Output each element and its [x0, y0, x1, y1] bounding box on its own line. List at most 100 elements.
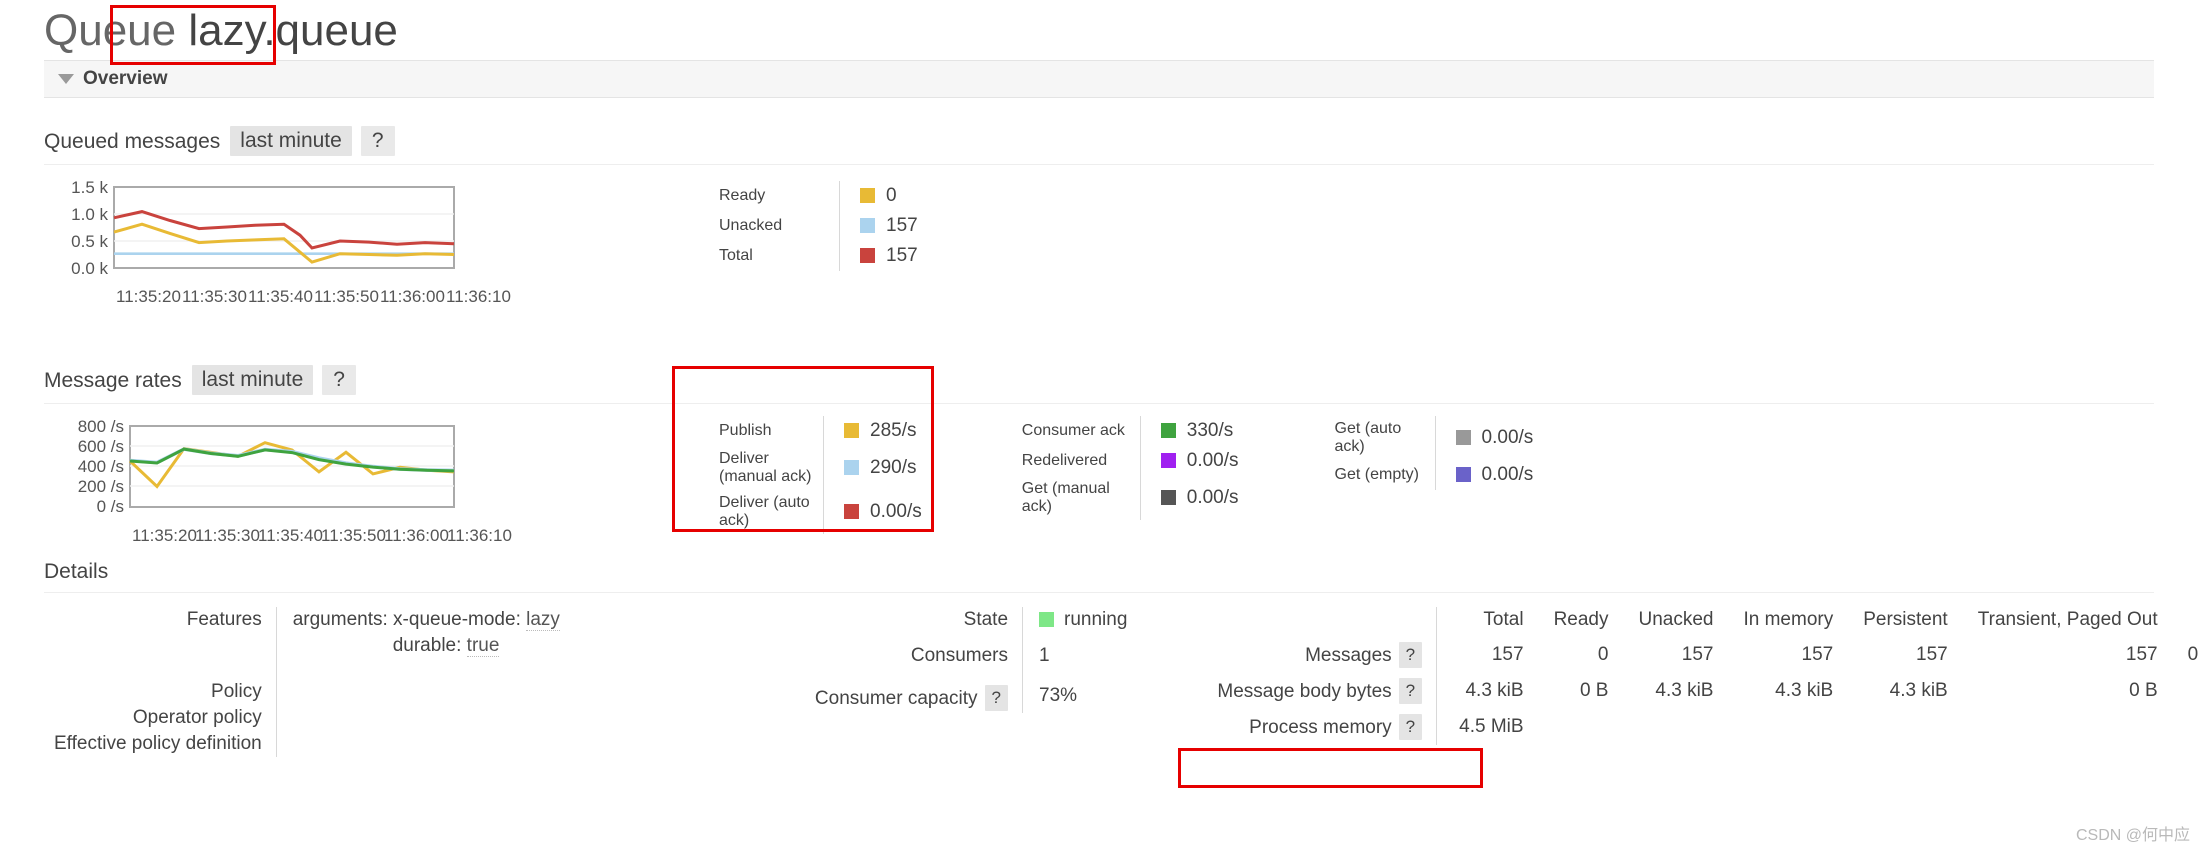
svg-text:800 /s: 800 /s — [78, 418, 124, 436]
queued-messages-range-selector[interactable]: last minute — [230, 126, 352, 157]
svg-text:1.0 k: 1.0 k — [71, 205, 108, 224]
details-arguments-value: lazy — [526, 609, 560, 632]
legend-key-consumer-ack[interactable]: Consumer ack — [1022, 422, 1140, 440]
queued-messages-xaxis: 11:35:20 11:35:30 11:35:40 11:35:50 11:3… — [116, 287, 511, 306]
stats-col-persistent: Persistent — [1863, 609, 1948, 631]
legend-row: Deliver (auto ack) 0.00/s — [719, 490, 922, 535]
svg-text:11:35:50: 11:35:50 — [314, 287, 379, 306]
details-consumers-value: 1 — [1022, 633, 1128, 670]
stats-header-row: Total Ready Unacked In memory Persistent… — [1217, 607, 2198, 638]
stats-body-bytes-extra — [2158, 673, 2198, 709]
svg-text:400 /s: 400 /s — [78, 457, 124, 476]
stats-col-transient-paged-out: Transient, Paged Out — [1977, 609, 2158, 631]
message-rates-xaxis: 11:35:20 11:35:30 11:35:40 11:35:50 11:3… — [132, 526, 512, 545]
watermark: CSDN @何中应 — [2075, 827, 2190, 844]
legend-key-deliver-manual-ack[interactable]: Deliver (manual ack) — [719, 450, 823, 486]
legend-key-get-empty[interactable]: Get (empty) — [1335, 466, 1435, 484]
legend-value-get-manual-ack-text: 0.00/s — [1186, 487, 1239, 509]
stats-messages-total: 157 — [1436, 637, 1524, 674]
svg-text:11:35:50: 11:35:50 — [321, 526, 386, 545]
queued-messages-help-icon[interactable]: ? — [360, 126, 395, 157]
color-swatch-redelivered — [1160, 453, 1176, 469]
help-icon-message-body-bytes[interactable]: ? — [1398, 678, 1423, 705]
legend-key-get-manual-ack[interactable]: Get (manual ack) — [1022, 480, 1140, 516]
details-operator-policy-label: Operator policy — [132, 707, 262, 729]
svg-text:11:35:40: 11:35:40 — [248, 287, 313, 306]
stats-col-extra — [2158, 607, 2198, 637]
svg-text:0.5 k: 0.5 k — [71, 232, 108, 251]
legend-value-get-manual-ack: 0.00/s — [1139, 476, 1239, 521]
message-rates-help-icon[interactable]: ? — [322, 365, 356, 396]
stats-messages-persistent: 157 — [1916, 644, 1948, 666]
details-policy-value — [275, 659, 560, 706]
color-swatch-get-auto-ack — [1455, 430, 1471, 446]
svg-text:1.5 k: 1.5 k — [71, 179, 108, 197]
message-rates-block: Message rates last minute ? 800 /s 600 /… — [44, 337, 2154, 550]
legend-value-deliver-manual-ack-text: 290/s — [870, 457, 917, 479]
legend-value-get-empty: 0.00/s — [1434, 460, 1534, 491]
details-effective-policy-label: Effective policy definition — [54, 733, 262, 755]
message-rates-row: 800 /s 600 /s 400 /s 200 /s 0 /s 11:35:2… — [44, 404, 2154, 550]
legend-key-total[interactable]: Total — [719, 247, 839, 265]
legend-value-unacked-text: 157 — [886, 215, 918, 237]
message-rates-title: Message rates — [44, 368, 182, 392]
details-policy-row: Policy — [54, 659, 560, 706]
table-row: Message body bytes? 4.3 kiB 0 B 4.3 kiB … — [1217, 673, 2198, 710]
details-state-value: running — [1022, 607, 1128, 634]
queued-messages-graph: 1.5 k 1.0 k 0.5 k 0.0 k 11:35:20 11:35:3… — [44, 165, 514, 311]
details-consumer-capacity-row: Consumer capacity? 73% — [815, 669, 1128, 714]
svg-text:11:35:30: 11:35:30 — [182, 287, 247, 306]
message-rates-range-selector[interactable]: last minute — [191, 365, 314, 396]
legend-key-ready[interactable]: Ready — [719, 187, 839, 205]
color-swatch-unacked — [860, 218, 875, 234]
details-effective-policy-row: Effective policy definition — [54, 731, 560, 758]
details-state-label: State — [963, 609, 1009, 631]
message-rates-table-col2: Consumer ack 330/s Redelivered 0.00/s Ge… — [1022, 416, 1239, 521]
color-swatch-deliver-auto-ack — [844, 504, 859, 520]
stats-row-label-process-memory: Process memory? — [1217, 709, 1436, 745]
message-rates-svg: 800 /s 600 /s 400 /s 200 /s 0 /s — [78, 418, 455, 516]
svg-text:11:36:00: 11:36:00 — [384, 526, 449, 545]
stats-col-total: Total — [1436, 607, 1524, 638]
details-durable-key: durable: — [392, 635, 462, 657]
legend-key-redelivered[interactable]: Redelivered — [1022, 452, 1140, 470]
help-icon-messages[interactable]: ? — [1398, 642, 1423, 669]
stats-row-label-message-body-bytes-text: Message body bytes — [1217, 681, 1392, 703]
stats-messages-ready: 0 — [1597, 644, 1609, 666]
svg-text:11:36:10: 11:36:10 — [447, 526, 512, 545]
table-row: Process memory? 4.5 MiB — [1217, 709, 2198, 746]
legend-value-deliver-auto-ack: 0.00/s — [822, 490, 922, 535]
legend-value-ready: 0 — [838, 181, 918, 212]
status-badge-running — [1039, 612, 1055, 628]
stats-body-bytes-in-memory: 4.3 kiB — [1775, 680, 1834, 702]
legend-value-get-auto-ack-text: 0.00/s — [1481, 427, 1534, 449]
legend-value-publish-text: 285/s — [870, 420, 917, 442]
section-header-overview[interactable]: Overview — [44, 60, 2154, 99]
legend-key-deliver-auto-ack[interactable]: Deliver (auto ack) — [719, 494, 823, 530]
details-policy-label: Policy — [211, 681, 262, 703]
chevron-down-icon — [58, 74, 74, 85]
help-icon-consumer-capacity[interactable]: ? — [984, 685, 1009, 712]
queued-messages-svg: 1.5 k 1.0 k 0.5 k 0.0 k — [71, 179, 455, 278]
legend-value-ready-text: 0 — [886, 185, 897, 207]
stats-messages-transient-paged-out: 157 — [2125, 644, 2158, 666]
help-icon-process-memory[interactable]: ? — [1398, 714, 1423, 741]
legend-key-publish[interactable]: Publish — [719, 422, 823, 440]
stats-body-bytes-total: 4.3 kiB — [1436, 673, 1524, 710]
details-durable-row: durable: true — [54, 633, 560, 660]
legend-row: Total 157 — [719, 241, 918, 272]
legend-value-consumer-ack-text: 330/s — [1186, 420, 1234, 442]
page-title-prefix: Queue — [44, 6, 177, 55]
legend-value-redelivered-text: 0.00/s — [1186, 450, 1239, 472]
legend-row: Get (empty) 0.00/s — [1335, 460, 1534, 491]
stats-messages-unacked: 157 — [1681, 644, 1714, 666]
message-rates-table-col1: Publish 285/s Deliver (manual ack) 290/s… — [719, 416, 922, 535]
color-swatch-get-manual-ack — [1160, 490, 1176, 506]
legend-value-get-empty-text: 0.00/s — [1481, 464, 1534, 486]
stats-row-label-messages-text: Messages — [1305, 645, 1392, 667]
message-rates-title-row: Message rates last minute ? — [44, 337, 2154, 405]
legend-key-get-auto-ack[interactable]: Get (auto ack) — [1335, 420, 1435, 456]
legend-key-unacked[interactable]: Unacked — [719, 217, 839, 235]
stats-process-memory-total: 4.5 MiB — [1436, 709, 1524, 746]
details-arguments-key: arguments: — [292, 609, 388, 631]
